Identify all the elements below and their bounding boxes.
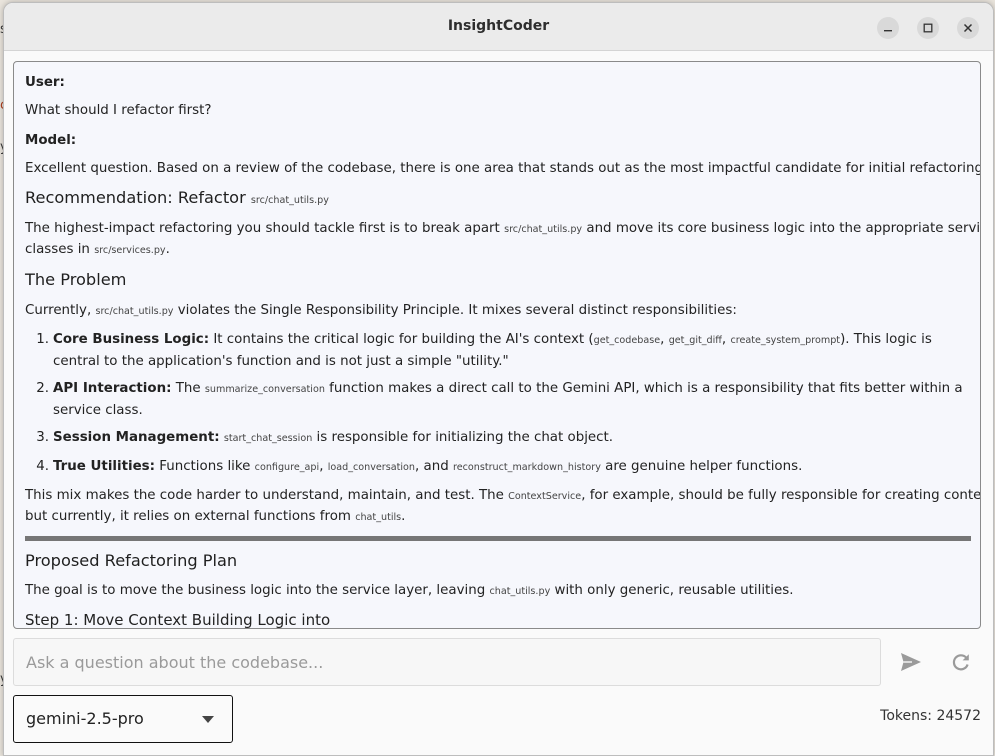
list-item: 2. API Interaction: The summarize_conver… bbox=[25, 378, 970, 422]
text-span: This mix makes the code harder to unders… bbox=[25, 488, 509, 503]
caret-down-icon bbox=[202, 716, 214, 723]
model-select-value: gemini-2.5-pro bbox=[26, 709, 144, 728]
model-label: Model: bbox=[25, 133, 77, 148]
inline-code: reconstruct_markdown_history bbox=[452, 462, 601, 473]
model-select[interactable]: gemini-2.5-pro bbox=[13, 695, 233, 743]
send-icon bbox=[901, 653, 921, 671]
horizontal-rule bbox=[25, 536, 971, 541]
inline-code: chat_utils.py bbox=[489, 586, 551, 597]
question-input[interactable] bbox=[14, 639, 876, 685]
plan-heading: Proposed Refactoring Plan bbox=[25, 551, 238, 570]
mix-paragraph-line2: but currently, it relies on external fun… bbox=[25, 506, 405, 528]
close-button[interactable] bbox=[957, 17, 979, 39]
chat-history[interactable]: User: What should I refactor first? Mode… bbox=[13, 61, 981, 629]
text-span: is responsible for initializing the chat… bbox=[312, 430, 614, 445]
text-span: Functions like bbox=[155, 459, 255, 474]
inline-code: get_git_diff bbox=[668, 335, 722, 346]
app-window: InsightCoder User: What should I refacto… bbox=[3, 2, 994, 756]
token-count: Tokens: 24572 bbox=[880, 708, 981, 724]
list-number: 1. bbox=[36, 332, 49, 347]
list-number: 3. bbox=[36, 430, 49, 445]
inline-code: start_chat_session bbox=[223, 433, 313, 444]
list-item-title: Session Management: bbox=[53, 430, 220, 445]
send-button[interactable] bbox=[897, 648, 925, 676]
window-title: InsightCoder bbox=[447, 18, 550, 34]
recommendation-paragraph-line1: The highest-impact refactoring you shoul… bbox=[25, 218, 981, 240]
user-message: What should I refactor first? bbox=[25, 103, 212, 118]
plan-paragraph: The goal is to move the business logic i… bbox=[25, 580, 794, 602]
text-span: , for example, should be fully responsib… bbox=[581, 488, 981, 503]
text-span: classes in bbox=[25, 242, 95, 257]
text-span: It contains the critical logic for build… bbox=[209, 332, 594, 347]
text-span: , and bbox=[415, 459, 453, 474]
list-item-title: Core Business Logic: bbox=[53, 332, 210, 347]
maximize-icon bbox=[923, 23, 933, 33]
inline-code: configure_api bbox=[254, 462, 320, 473]
text-span: with only generic, reusable utilities. bbox=[550, 583, 794, 598]
title-bar[interactable]: InsightCoder bbox=[4, 3, 993, 51]
list-item-title: True Utilities: bbox=[53, 459, 155, 474]
text-span: , bbox=[660, 332, 669, 347]
recommendation-paragraph-line2: classes in src/services.py. bbox=[25, 239, 170, 261]
step-heading-partial: Step 1: Move Context Building Logic into bbox=[25, 611, 331, 629]
text-span: The goal is to move the business logic i… bbox=[25, 583, 490, 598]
list-text: True Utilities: Functions like configure… bbox=[53, 456, 969, 478]
question-input-container[interactable] bbox=[13, 638, 881, 686]
text-span: are genuine helper functions. bbox=[600, 459, 803, 474]
text-span: . bbox=[401, 509, 406, 524]
close-icon bbox=[963, 23, 973, 33]
inline-code: chat_utils bbox=[355, 512, 402, 523]
text-span: , bbox=[319, 459, 328, 474]
problem-paragraph: Currently, src/chat_utils.py violates th… bbox=[25, 300, 737, 322]
inline-code: get_codebase bbox=[593, 335, 661, 346]
user-label: User: bbox=[25, 75, 65, 90]
inline-code: load_conversation bbox=[327, 462, 416, 473]
list-item: 1. Core Business Logic: It contains the … bbox=[25, 329, 970, 373]
text-span: The highest-impact refactoring you shoul… bbox=[25, 221, 505, 236]
recommendation-heading-text: Recommendation: Refactor bbox=[25, 188, 251, 207]
inline-code: src/chat_utils.py bbox=[250, 195, 329, 206]
text-span: Currently, bbox=[25, 303, 96, 318]
problem-heading: The Problem bbox=[25, 270, 127, 289]
maximize-button[interactable] bbox=[917, 17, 939, 39]
inline-code: summarize_conversation bbox=[204, 384, 325, 395]
inline-code: src/chat_utils.py bbox=[95, 306, 174, 317]
inline-code: create_system_prompt bbox=[730, 335, 841, 346]
text-span: The bbox=[171, 381, 205, 396]
inline-code: ContextService bbox=[508, 491, 582, 502]
list-item: 3. Session Management: start_chat_sessio… bbox=[25, 427, 970, 449]
text-span: but currently, it relies on external fun… bbox=[25, 509, 356, 524]
list-text: Session Management: start_chat_session i… bbox=[53, 427, 969, 449]
inline-code: src/chat_utils.py bbox=[504, 224, 583, 235]
list-text: Core Business Logic: It contains the cri… bbox=[53, 329, 969, 372]
text-span: and move its core business logic into th… bbox=[582, 221, 981, 236]
minimize-icon bbox=[884, 30, 892, 32]
list-item-title: API Interaction: bbox=[53, 381, 172, 396]
model-intro: Excellent question. Based on a review of… bbox=[25, 161, 981, 176]
list-item: 4. True Utilities: Functions like config… bbox=[25, 456, 970, 478]
text-span: . bbox=[165, 242, 170, 257]
text-span: violates the Single Responsibility Princ… bbox=[173, 303, 737, 318]
inline-code: src/services.py bbox=[94, 245, 166, 256]
refresh-icon bbox=[952, 654, 969, 671]
list-number: 2. bbox=[36, 381, 49, 396]
minimize-button[interactable] bbox=[877, 17, 899, 39]
list-text: API Interaction: The summarize_conversat… bbox=[53, 378, 969, 421]
recommendation-heading: Recommendation: Refactor src/chat_utils.… bbox=[25, 186, 329, 213]
mix-paragraph-line1: This mix makes the code harder to unders… bbox=[25, 485, 981, 507]
refresh-button[interactable] bbox=[947, 648, 975, 676]
list-number: 4. bbox=[36, 459, 49, 474]
